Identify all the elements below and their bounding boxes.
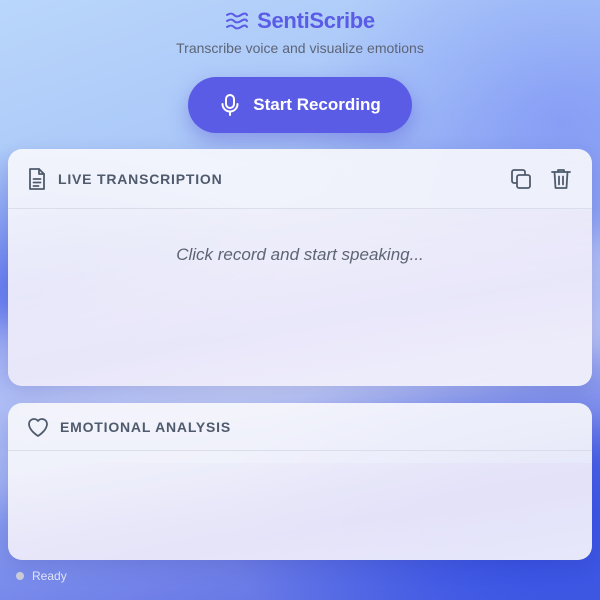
- delete-button[interactable]: [548, 166, 574, 192]
- copy-icon: [511, 168, 531, 189]
- trash-icon: [551, 168, 571, 189]
- emotional-analysis-title: EMOTIONAL ANALYSIS: [60, 418, 232, 435]
- status-text: Ready: [32, 569, 67, 583]
- document-icon: [29, 167, 45, 190]
- microphone-icon: [221, 94, 239, 116]
- transcription-actions: [508, 166, 574, 192]
- start-recording-label: Start Recording: [253, 95, 381, 114]
- emotional-analysis-card: EMOTIONAL ANALYSIS: [8, 403, 592, 560]
- copy-button[interactable]: [508, 166, 534, 192]
- start-recording-button[interactable]: Start Recording: [188, 77, 412, 133]
- app-title: SentiScribe: [257, 8, 375, 33]
- transcription-header: LIVE TRANSCRIPTION: [8, 149, 592, 209]
- waves-icon: [226, 12, 249, 30]
- brand: SentiScribe: [225, 8, 375, 34]
- app-header: SentiScribe Transcribe voice and visuali…: [0, 8, 600, 56]
- heart-icon: [28, 417, 48, 437]
- transcription-placeholder: Click record and start speaking...: [176, 245, 424, 264]
- status-indicator: Ready: [16, 569, 67, 583]
- transcription-card: LIVE TRANSCRIPTION Click record and star…: [8, 149, 592, 386]
- transcription-title: LIVE TRANSCRIPTION: [58, 170, 223, 187]
- emotional-analysis-header: EMOTIONAL ANALYSIS: [8, 403, 592, 451]
- app-tagline: Transcribe voice and visualize emotions: [176, 40, 424, 56]
- status-dot: [16, 572, 24, 580]
